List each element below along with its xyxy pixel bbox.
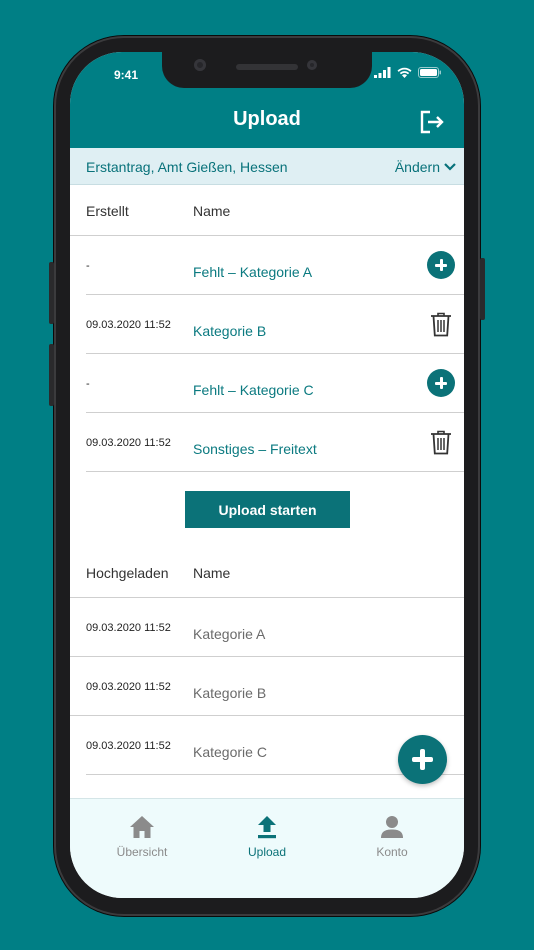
wifi-icon [397, 67, 412, 78]
person-icon [381, 816, 403, 838]
change-context-button[interactable]: Ändern [395, 159, 456, 175]
upload-start-button[interactable]: Upload starten [185, 491, 350, 528]
row-date: 09.03.2020 11:52 [86, 740, 171, 752]
pending-table-header: Erstellt Name [70, 186, 464, 236]
row-name[interactable]: Kategorie B [193, 685, 266, 701]
trash-icon [431, 430, 451, 455]
table-row: 09.03.2020 11:52 Kategorie B [86, 295, 464, 354]
power-button [480, 258, 485, 320]
row-date: 09.03.2020 11:52 [86, 437, 171, 449]
row-name[interactable]: Sonstiges – Freitext [193, 441, 317, 457]
row-name[interactable]: Fehlt – Kategorie C [193, 382, 314, 398]
nav-label: Upload [247, 845, 287, 859]
nav-item-upload[interactable]: Upload [212, 811, 322, 859]
table-row: 09.03.2020 11:52 Kategorie A [70, 598, 464, 657]
row-date: 09.03.2020 11:52 [86, 622, 171, 634]
table-row: - Fehlt – Kategorie A [86, 236, 464, 295]
plus-circle-icon [427, 251, 455, 279]
context-bar: Erstantrag, Amt Gießen, Hessen Ändern [70, 148, 464, 185]
plus-circle-icon [427, 369, 455, 397]
row-name[interactable]: Kategorie B [193, 323, 266, 339]
col-uploaded: Hochgeladen [86, 565, 169, 581]
signal-icon [374, 67, 391, 78]
col-name: Name [193, 565, 231, 581]
uploaded-table-header: Hochgeladen Name [70, 548, 464, 598]
page-title: Upload [233, 108, 301, 130]
row-name[interactable]: Fehlt – Kategorie A [193, 264, 312, 280]
delete-document-button[interactable] [426, 309, 456, 339]
nav-label: Übersicht [116, 845, 168, 859]
app-screen: 9:41 Upload Erstantrag, Amt Gießen, Hess… [70, 52, 464, 898]
change-label: Ändern [394, 159, 440, 175]
table-row: 09.03.2020 11:52 Sonstiges – Freitext [86, 413, 464, 472]
table-row: 09.03.2020 11:52 Kategorie B [70, 657, 464, 716]
context-label: Erstantrag, Amt Gießen, Hessen [86, 159, 288, 175]
row-name[interactable]: Kategorie C [193, 744, 267, 760]
upload-icon [258, 816, 276, 839]
add-document-button[interactable] [426, 368, 456, 398]
home-icon [130, 816, 154, 838]
nav-item-account[interactable]: Konto [337, 811, 447, 859]
chevron-down-icon [444, 163, 456, 171]
volume-up-button [49, 262, 54, 324]
nav-item-overview[interactable]: Übersicht [87, 811, 197, 859]
add-document-button[interactable] [426, 250, 456, 280]
add-fab-button[interactable] [398, 735, 447, 784]
table-row: - Fehlt – Kategorie C [86, 354, 464, 413]
row-date: - [86, 378, 90, 390]
row-date: - [86, 260, 90, 272]
battery-icon [418, 67, 441, 78]
status-icons [374, 67, 442, 78]
bottom-nav: Übersicht Upload Konto [70, 798, 464, 898]
logout-icon[interactable] [418, 108, 446, 136]
nav-label: Konto [376, 845, 408, 859]
row-date: 09.03.2020 11:52 [86, 681, 171, 693]
row-date: 09.03.2020 11:52 [86, 319, 171, 331]
col-name: Name [193, 203, 231, 219]
status-time: 9:41 [114, 68, 139, 82]
trash-icon [431, 312, 451, 337]
notch [162, 52, 372, 88]
camera-icon [194, 59, 206, 71]
delete-document-button[interactable] [426, 427, 456, 457]
row-name[interactable]: Kategorie A [193, 626, 265, 642]
col-created: Erstellt [86, 203, 129, 219]
volume-down-button [49, 344, 54, 406]
